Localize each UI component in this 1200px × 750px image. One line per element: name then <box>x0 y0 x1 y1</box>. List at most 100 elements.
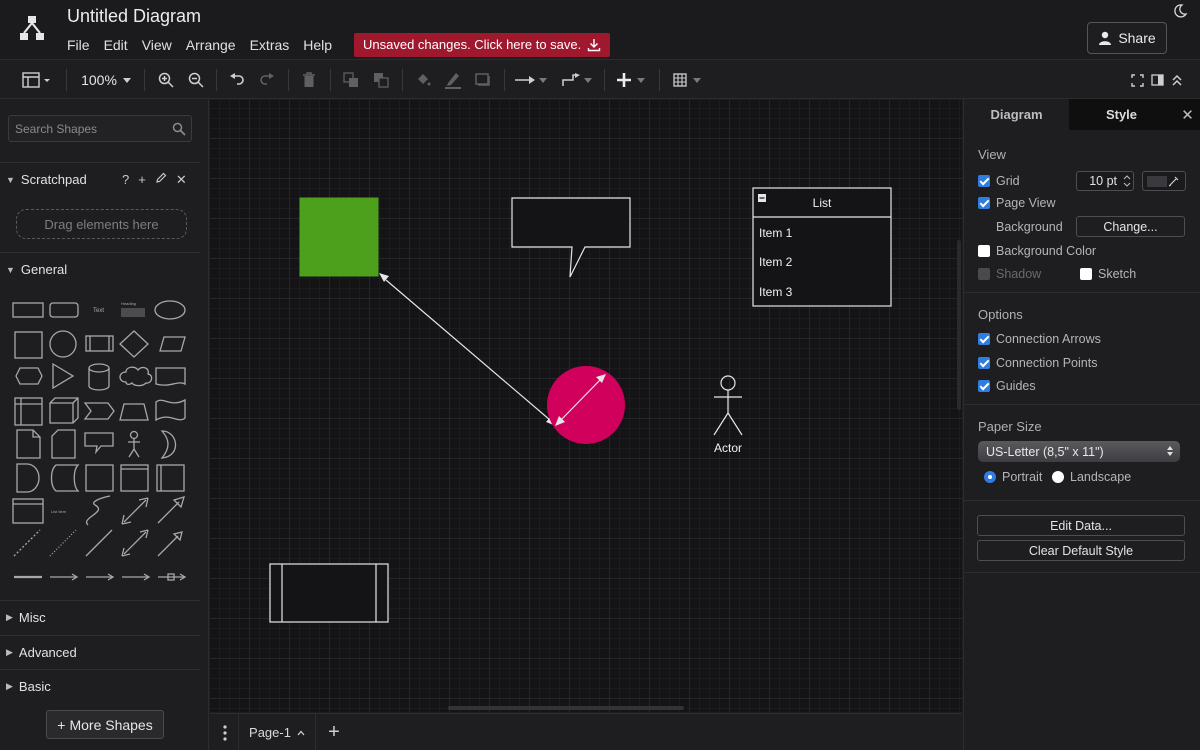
shape-directional-connector[interactable] <box>157 531 183 557</box>
landscape-radio[interactable] <box>1052 471 1064 483</box>
speech-callout-shape[interactable] <box>511 197 631 278</box>
stepper-icon[interactable] <box>1123 174 1131 188</box>
shape-swimlane[interactable] <box>120 464 149 492</box>
add-icon[interactable]: + <box>138 172 146 188</box>
list-title[interactable]: List <box>753 196 891 210</box>
shape-cylinder[interactable] <box>88 363 110 391</box>
connection-arrows-checkbox[interactable] <box>978 333 990 345</box>
menu-arrange[interactable]: Arrange <box>186 37 236 53</box>
shape-parallelogram[interactable] <box>159 336 186 352</box>
redo-button[interactable] <box>258 70 276 90</box>
actor-label[interactable]: Actor <box>698 441 758 455</box>
shape-container[interactable] <box>85 464 114 492</box>
page-view-option[interactable]: Page View <box>978 196 1056 210</box>
more-shapes-button[interactable]: + More Shapes <box>46 710 164 739</box>
shape-step[interactable] <box>83 402 115 420</box>
section-basic-header[interactable]: ▶ Basic <box>0 669 200 703</box>
shape-heading-label[interactable]: Heading <box>121 301 136 306</box>
tab-diagram[interactable]: Diagram <box>964 99 1069 130</box>
section-general-header[interactable]: ▼ General <box>0 252 200 286</box>
process-rectangle-shape[interactable] <box>269 563 389 623</box>
delete-button[interactable] <box>300 70 318 90</box>
shape-vertical-container[interactable] <box>156 464 185 492</box>
search-icon[interactable] <box>172 122 186 136</box>
shape-line[interactable] <box>85 529 113 557</box>
clear-default-style-button[interactable]: Clear Default Style <box>977 540 1185 561</box>
shape-cloud[interactable] <box>119 366 153 387</box>
menu-edit[interactable]: Edit <box>104 37 128 53</box>
zoom-dropdown[interactable]: 100% <box>78 70 134 90</box>
grid-checkbox[interactable] <box>978 175 990 187</box>
scratchpad-drop-area[interactable]: Drag elements here <box>16 209 187 239</box>
sketch-checkbox[interactable] <box>1080 268 1092 280</box>
background-color-checkbox[interactable] <box>978 245 990 257</box>
green-square-shape[interactable] <box>299 197 379 277</box>
unsaved-changes-banner[interactable]: Unsaved changes. Click here to save. <box>354 33 611 57</box>
shape-text[interactable]: Text <box>93 308 104 314</box>
shape-note[interactable] <box>16 429 41 459</box>
shape-card[interactable] <box>51 429 76 459</box>
tab-style[interactable]: Style <box>1069 99 1174 130</box>
help-icon[interactable]: ? <box>122 172 129 188</box>
connection-style-dropdown[interactable] <box>514 70 548 90</box>
shape-arrow[interactable] <box>157 496 185 524</box>
guides-option[interactable]: Guides <box>978 379 1036 393</box>
shadow-button[interactable] <box>474 70 492 90</box>
shape-document[interactable] <box>155 367 186 386</box>
waypoints-dropdown[interactable] <box>560 70 594 90</box>
portrait-option[interactable]: Portrait <box>984 470 1042 484</box>
pink-circle-shape[interactable] <box>547 366 625 444</box>
guides-checkbox[interactable] <box>978 380 990 392</box>
shape-rectangle[interactable] <box>12 302 44 318</box>
grid-size-input[interactable]: 10 pt <box>1076 171 1134 191</box>
menu-help[interactable]: Help <box>303 37 332 53</box>
section-advanced-header[interactable]: ▶ Advanced <box>0 635 200 669</box>
shape-circle[interactable] <box>49 330 77 358</box>
shape-connector-2-labels[interactable] <box>86 573 115 581</box>
shape-ellipse[interactable] <box>154 300 186 320</box>
sketch-option[interactable]: Sketch <box>1080 267 1136 281</box>
shape-or[interactable] <box>160 430 177 459</box>
shape-delay[interactable] <box>16 463 40 493</box>
menu-extras[interactable]: Extras <box>250 37 290 53</box>
horizontal-scrollbar[interactable] <box>448 706 684 710</box>
add-page-button[interactable]: + <box>324 722 344 742</box>
close-icon[interactable]: ✕ <box>176 172 187 188</box>
shape-dashed-line[interactable] <box>13 529 41 557</box>
shape-dotted-line[interactable] <box>49 529 77 557</box>
insert-dropdown[interactable] <box>614 70 648 90</box>
shape-bidirectional-connector[interactable] <box>121 529 149 557</box>
shape-callout[interactable] <box>84 432 114 455</box>
shape-list-item[interactable]: List Item <box>51 509 67 514</box>
shape-actor[interactable] <box>128 430 140 458</box>
connector-arrow[interactable] <box>379 273 556 426</box>
actor-shape[interactable] <box>713 375 743 436</box>
connection-arrows-option[interactable]: Connection Arrows <box>978 332 1101 346</box>
share-button[interactable]: Share <box>1087 22 1167 54</box>
landscape-option[interactable]: Landscape <box>1052 470 1131 484</box>
edit-data-button[interactable]: Edit Data... <box>977 515 1185 536</box>
fill-color-button[interactable] <box>414 70 432 90</box>
background-color-option[interactable]: Background Color <box>978 244 1096 258</box>
connection-points-checkbox[interactable] <box>978 357 990 369</box>
to-back-button[interactable] <box>372 70 390 90</box>
shape-process[interactable] <box>85 335 114 352</box>
shadow-option[interactable]: Shadow <box>978 267 1041 281</box>
close-icon[interactable]: ✕ <box>1174 99 1200 130</box>
shadow-checkbox[interactable] <box>978 268 990 280</box>
search-shapes-input[interactable] <box>15 122 165 136</box>
page-view-checkbox[interactable] <box>978 197 990 209</box>
grid-color-picker[interactable] <box>1142 171 1186 191</box>
list-item-3[interactable]: Item 3 <box>759 285 792 299</box>
change-background-button[interactable]: Change... <box>1076 216 1185 237</box>
edit-pencil-icon[interactable] <box>155 172 167 184</box>
more-vertical-icon[interactable] <box>220 724 230 742</box>
section-misc-header[interactable]: ▶ Misc <box>0 600 200 634</box>
grid-option[interactable]: Grid <box>978 174 1020 188</box>
vertical-scrollbar[interactable] <box>957 240 961 410</box>
shape-internal-storage[interactable] <box>14 397 43 426</box>
collapse-toolbar-button[interactable] <box>1169 70 1185 90</box>
shape-connector-3-labels[interactable] <box>122 573 151 581</box>
chevron-up-icon[interactable] <box>297 730 305 736</box>
diagram-canvas[interactable]: List Item 1 Item 2 Item 3 Actor <box>210 100 962 712</box>
